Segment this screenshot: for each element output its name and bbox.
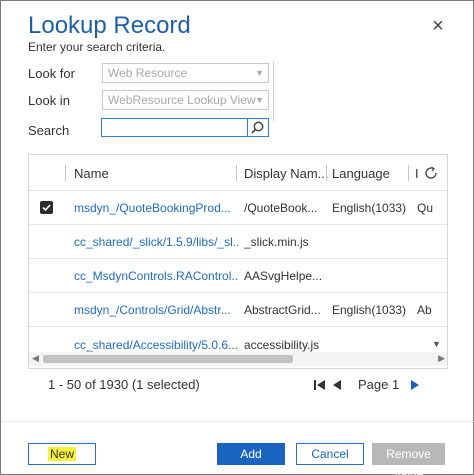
column-header-name[interactable]: Name <box>74 166 109 181</box>
horizontal-scrollbar[interactable]: ◀ ▶ <box>29 352 447 366</box>
cell-name[interactable]: cc_shared/Accessibility/5.0.6... <box>74 338 239 352</box>
scroll-down-icon[interactable]: ▼ <box>432 339 441 349</box>
cell-extra: Qu <box>417 201 434 215</box>
cell-display-name: accessibility.js <box>244 338 320 352</box>
scroll-right-icon[interactable]: ▶ <box>438 353 445 364</box>
column-separator <box>408 165 409 181</box>
look-in-label: Look in <box>28 93 70 108</box>
dialog-title: Lookup Record <box>28 12 191 39</box>
previous-page-icon[interactable] <box>331 378 343 392</box>
look-for-label: Look for <box>28 66 75 81</box>
column-header-extra[interactable]: I <box>415 166 419 181</box>
look-in-select[interactable]: WebResource Lookup View ▼ <box>102 90 269 110</box>
dropdown-caret-icon: ▼ <box>255 68 264 78</box>
page-number: Page 1 <box>358 377 400 392</box>
grid-header: Name Display Nam... Language I <box>29 155 447 191</box>
cancel-button[interactable]: Cancel <box>296 443 364 465</box>
table-row[interactable]: cc_shared/_slick/1.5.9/libs/_sl... _slic… <box>29 225 447 259</box>
cell-display-name: AbstractGrid... <box>244 303 321 317</box>
cell-language: English(1033) <box>332 201 407 215</box>
search-input[interactable] <box>101 118 248 137</box>
search-icon <box>251 121 264 134</box>
column-separator <box>326 165 327 181</box>
pager-summary: 1 - 50 of 1930 (1 selected) <box>48 377 200 392</box>
cell-name[interactable]: cc_MsdynControls.RAControl... <box>74 269 239 283</box>
cell-display-name: AASvgHelpe... <box>244 269 323 283</box>
new-button-label: New <box>47 447 76 461</box>
search-label: Search <box>28 123 70 138</box>
table-row[interactable]: msdyn_/Controls/Grid/Abstr... AbstractGr… <box>29 293 447 327</box>
lookup-dialog: Lookup Record Enter your search criteria… <box>0 0 474 475</box>
checkbox-icon[interactable] <box>40 201 53 214</box>
search-button[interactable] <box>248 118 269 137</box>
next-page-icon[interactable] <box>409 378 421 392</box>
dialog-subtitle: Enter your search criteria. <box>28 40 166 54</box>
form-divider <box>273 61 274 121</box>
add-button[interactable]: Add <box>217 443 285 465</box>
first-page-icon[interactable] <box>313 378 327 392</box>
column-header-language[interactable]: Language <box>332 166 390 181</box>
look-for-value: Web Resource <box>108 66 188 80</box>
cell-name[interactable]: msdyn_/QuoteBookingProd... <box>74 201 234 215</box>
footer-divider <box>1 421 474 422</box>
cell-display-name: /QuoteBook... <box>244 201 318 215</box>
new-button[interactable]: New <box>28 443 96 465</box>
cell-name[interactable]: cc_shared/_slick/1.5.9/libs/_sl... <box>74 235 239 249</box>
cell-display-name: _slick.min.js <box>244 235 309 249</box>
cell-name[interactable]: msdyn_/Controls/Grid/Abstr... <box>74 303 239 317</box>
refresh-icon[interactable] <box>423 165 439 181</box>
column-separator <box>65 165 66 181</box>
look-for-select[interactable]: Web Resource ▼ <box>102 63 269 83</box>
cell-language: English(1033) <box>332 303 407 317</box>
scrollbar-thumb[interactable] <box>43 355 293 363</box>
dropdown-caret-icon: ▼ <box>255 95 264 105</box>
table-row[interactable]: cc_MsdynControls.RAControl... AASvgHelpe… <box>29 259 447 293</box>
column-separator <box>236 165 237 181</box>
results-grid: Name Display Nam... Language I msdyn_/Qu… <box>28 154 448 369</box>
look-in-value: WebResource Lookup View <box>108 93 256 107</box>
column-header-display-name[interactable]: Display Nam... <box>244 166 329 181</box>
table-row[interactable]: msdyn_/QuoteBookingProd... /QuoteBook...… <box>29 191 447 225</box>
scroll-left-icon[interactable]: ◀ <box>32 353 39 364</box>
remove-value-button[interactable]: Remove Value <box>372 443 445 475</box>
close-icon[interactable]: × <box>429 16 447 36</box>
cell-extra: Ab <box>417 303 432 317</box>
